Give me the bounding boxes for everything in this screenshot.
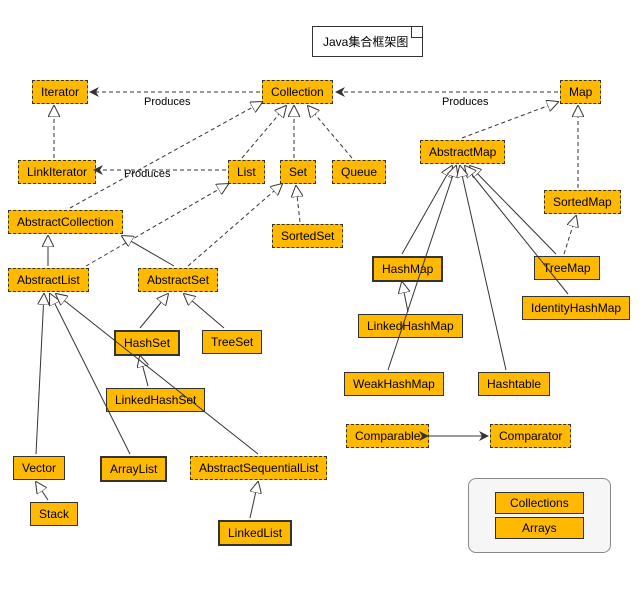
node-abstractlist: AbstractList: [8, 268, 89, 292]
legend-box: Collections Arrays: [468, 478, 611, 553]
diagram-canvas: Java集合框架图 Iterator Collection Map Produc…: [0, 0, 643, 611]
node-comparator: Comparator: [490, 424, 571, 448]
node-map: Map: [560, 80, 601, 104]
legend-arrays: Arrays: [495, 517, 584, 539]
node-list: List: [228, 160, 265, 184]
node-linkedhashmap: LinkedHashMap: [358, 314, 463, 338]
node-set: Set: [280, 160, 316, 184]
node-linkedhashset: LinkedHashSet: [106, 388, 205, 412]
node-hashset: HashSet: [114, 330, 180, 356]
node-sortedset: SortedSet: [272, 224, 343, 248]
label-produces-2: Produces: [440, 96, 490, 108]
node-treeset: TreeSet: [202, 330, 262, 354]
node-linkedlist: LinkedList: [218, 520, 292, 546]
label-produces-3: Produces: [122, 168, 172, 180]
node-abstractcollection: AbstractCollection: [8, 210, 123, 234]
node-sortedmap: SortedMap: [544, 190, 621, 214]
node-abstractset: AbstractSet: [138, 268, 218, 292]
node-weakhashmap: WeakHashMap: [344, 372, 444, 396]
node-queue: Queue: [332, 160, 386, 184]
title-note: Java集合框架图: [312, 26, 423, 57]
label-produces-1: Produces: [142, 96, 192, 108]
node-iterator: Iterator: [32, 80, 88, 104]
node-hashmap: HashMap: [372, 256, 443, 282]
node-treemap: TreeMap: [534, 256, 600, 280]
legend-collections: Collections: [495, 492, 584, 514]
node-vector: Vector: [13, 456, 65, 480]
node-hashtable: Hashtable: [478, 372, 550, 396]
node-comparable: Comparable: [346, 424, 429, 448]
node-stack: Stack: [30, 502, 78, 526]
node-identityhashmap: IdentityHashMap: [522, 296, 630, 320]
node-linkiterator: LinkIterator: [18, 160, 96, 184]
node-collection: Collection: [262, 80, 333, 104]
title-text: Java集合框架图: [323, 35, 408, 49]
node-abstractsequentiallist: AbstractSequentialList: [190, 456, 327, 480]
node-abstractmap: AbstractMap: [420, 140, 505, 164]
node-arraylist: ArrayList: [100, 456, 167, 482]
